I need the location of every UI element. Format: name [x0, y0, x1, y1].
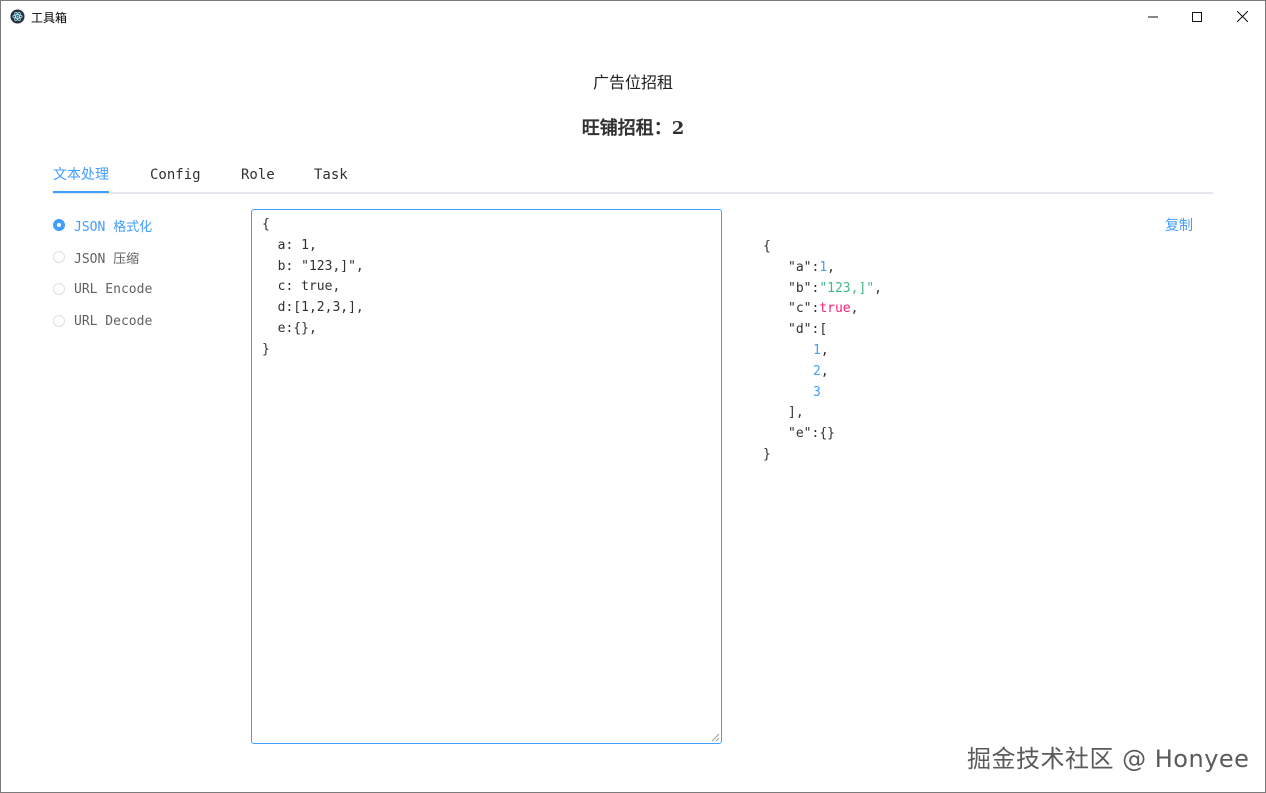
tabs-divider — [53, 192, 1213, 194]
json-output-line: "d":[ — [763, 320, 882, 341]
minimize-icon — [1148, 16, 1158, 17]
ad-banner-subtitle: 旺铺招租：2 — [581, 118, 685, 139]
minimize-button[interactable] — [1130, 1, 1176, 32]
json-output-line: 2, — [763, 362, 882, 383]
json-token: true — [819, 301, 851, 317]
radio-dot-icon — [53, 283, 65, 295]
radio-json-format[interactable]: JSON 格式化 — [53, 215, 152, 235]
json-output-line: { — [763, 237, 882, 258]
json-token: 2 — [813, 363, 821, 379]
json-output-line: ], — [763, 403, 882, 424]
radio-dot-icon — [53, 251, 65, 263]
json-input-textarea[interactable]: { a: 1, b: "123,]", c: true, d:[1,2,3,],… — [251, 209, 722, 744]
radio-dot-icon — [53, 219, 65, 231]
json-output-line: } — [763, 445, 882, 466]
json-token: , — [827, 259, 835, 275]
app-icon — [10, 9, 25, 24]
json-output-line: 1, — [763, 341, 882, 362]
radio-dot-icon — [53, 315, 65, 327]
maximize-button[interactable] — [1174, 1, 1220, 32]
json-token: "123,]" — [819, 280, 875, 296]
radio-url-decode[interactable]: URL Decode — [53, 311, 152, 331]
json-token: "c" — [788, 301, 812, 317]
json-token: "d" — [788, 322, 812, 338]
json-token: "a" — [788, 259, 812, 275]
radio-label: URL Decode — [74, 313, 153, 329]
json-token: 3 — [813, 384, 821, 400]
json-output-line: 3 — [763, 383, 882, 404]
json-token: , — [874, 280, 882, 296]
close-button[interactable] — [1219, 1, 1265, 32]
json-output-line: "b":"123,]", — [763, 279, 882, 300]
json-token: ] — [788, 405, 796, 421]
json-token: 1 — [813, 342, 821, 358]
json-token: 1 — [819, 259, 828, 275]
active-tab-indicator — [53, 191, 109, 193]
json-output-viewer: {"a":1, "b":"123,]", "c":true, "d":[1, 2, 3],… — [763, 237, 882, 466]
json-token: [ — [819, 322, 828, 338]
maximize-icon — [1192, 11, 1202, 22]
tab-task[interactable]: Task — [314, 164, 348, 192]
window-title: 工具箱 — [31, 11, 68, 25]
title-bar[interactable]: 工具箱 — [1, 1, 1265, 32]
json-token: , — [820, 363, 829, 379]
radio-json-compress[interactable]: JSON 压缩 — [53, 247, 139, 267]
radio-label: JSON 格式化 — [74, 219, 153, 235]
json-output-line: "a":1, — [763, 258, 882, 279]
tab-role[interactable]: Role — [241, 164, 275, 192]
json-token: "e" — [788, 426, 812, 442]
close-icon — [1236, 11, 1248, 22]
app-window: 工具箱 广告位招租 旺铺招租：2 文本处理 Config Role Task J… — [0, 0, 1266, 793]
watermark: 掘金技术社区 @ Honyee — [967, 745, 1250, 773]
tab-config[interactable]: Config — [150, 164, 201, 192]
json-token: {} — [819, 426, 835, 442]
json-token: { — [763, 239, 771, 254]
json-output-line: "c":true, — [763, 299, 882, 320]
radio-label: URL Encode — [74, 281, 153, 297]
tab-bar: 文本处理 Config Role Task — [53, 164, 1213, 194]
tab-text-processing[interactable]: 文本处理 — [53, 164, 109, 192]
json-output-line: "e":{} — [763, 424, 882, 445]
copy-button[interactable]: 复制 — [1165, 215, 1193, 235]
resize-grip-icon[interactable] — [711, 733, 720, 742]
radio-url-encode[interactable]: URL Encode — [53, 279, 152, 299]
json-token: , — [795, 405, 804, 421]
json-token: } — [763, 446, 771, 462]
ad-banner-title: 广告位招租 — [592, 73, 673, 92]
json-token: , — [850, 301, 859, 317]
radio-label: JSON 压缩 — [74, 251, 140, 267]
json-token: "b" — [788, 280, 812, 296]
json-token: , — [820, 342, 829, 358]
